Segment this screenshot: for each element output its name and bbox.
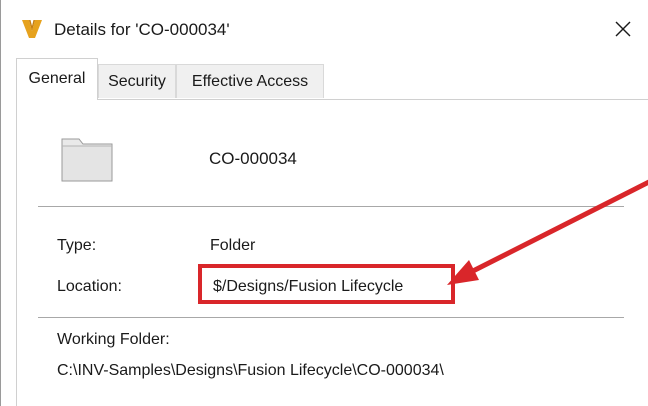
divider bbox=[38, 317, 624, 318]
close-button[interactable] bbox=[601, 8, 645, 50]
working-folder-value: C:\INV-Samples\Designs\Fusion Lifecycle\… bbox=[57, 362, 444, 379]
tab-effective-access[interactable]: Effective Access bbox=[176, 64, 324, 98]
location-label: Location: bbox=[57, 278, 122, 295]
vault-v-logo-icon bbox=[21, 18, 43, 40]
item-name: CO-000034 bbox=[209, 149, 297, 168]
close-icon bbox=[615, 21, 631, 37]
type-value: Folder bbox=[210, 237, 256, 254]
general-tab-panel: CO-000034 Type: Folder Location: $/Desig… bbox=[16, 99, 648, 406]
tab-security[interactable]: Security bbox=[98, 64, 176, 98]
tab-general[interactable]: General bbox=[16, 58, 98, 100]
type-label: Type: bbox=[57, 237, 97, 254]
folder-icon bbox=[61, 138, 113, 182]
location-value: $/Designs/Fusion Lifecycle bbox=[213, 278, 404, 295]
window-title: Details for 'CO-000034' bbox=[54, 20, 230, 39]
title-bar: Details for 'CO-000034' bbox=[1, 0, 648, 58]
working-folder-label: Working Folder: bbox=[57, 331, 170, 348]
details-dialog: Details for 'CO-000034' General Security… bbox=[0, 0, 648, 406]
tab-strip: General Security Effective Access bbox=[1, 58, 648, 100]
divider bbox=[38, 206, 624, 207]
